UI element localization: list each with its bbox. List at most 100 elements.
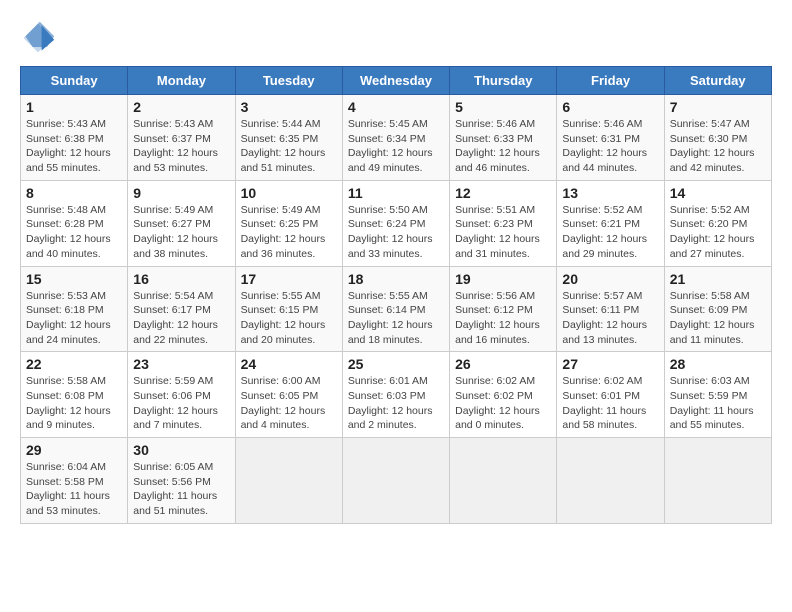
day-detail: Sunrise: 5:43 AMSunset: 6:38 PMDaylight:…: [26, 118, 111, 174]
calendar-cell: [342, 438, 449, 524]
calendar-cell: 18 Sunrise: 5:55 AMSunset: 6:14 PMDaylig…: [342, 266, 449, 352]
day-number: 7: [670, 99, 766, 115]
calendar-cell: 3 Sunrise: 5:44 AMSunset: 6:35 PMDayligh…: [235, 95, 342, 181]
day-detail: Sunrise: 6:00 AMSunset: 6:05 PMDaylight:…: [241, 375, 326, 431]
day-detail: Sunrise: 5:48 AMSunset: 6:28 PMDaylight:…: [26, 204, 111, 260]
day-detail: Sunrise: 6:02 AMSunset: 6:01 PMDaylight:…: [562, 375, 646, 431]
day-detail: Sunrise: 6:01 AMSunset: 6:03 PMDaylight:…: [348, 375, 433, 431]
calendar-cell: 10 Sunrise: 5:49 AMSunset: 6:25 PMDaylig…: [235, 180, 342, 266]
day-detail: Sunrise: 5:55 AMSunset: 6:14 PMDaylight:…: [348, 290, 433, 346]
day-number: 3: [241, 99, 337, 115]
calendar-cell: 29 Sunrise: 6:04 AMSunset: 5:58 PMDaylig…: [21, 438, 128, 524]
day-detail: Sunrise: 5:51 AMSunset: 6:23 PMDaylight:…: [455, 204, 540, 260]
weekday-header-tuesday: Tuesday: [235, 67, 342, 95]
day-detail: Sunrise: 5:46 AMSunset: 6:31 PMDaylight:…: [562, 118, 647, 174]
day-detail: Sunrise: 5:57 AMSunset: 6:11 PMDaylight:…: [562, 290, 647, 346]
calendar-cell: 30 Sunrise: 6:05 AMSunset: 5:56 PMDaylig…: [128, 438, 235, 524]
week-row: 29 Sunrise: 6:04 AMSunset: 5:58 PMDaylig…: [21, 438, 772, 524]
day-detail: Sunrise: 5:45 AMSunset: 6:34 PMDaylight:…: [348, 118, 433, 174]
weekday-header-sunday: Sunday: [21, 67, 128, 95]
day-number: 19: [455, 271, 551, 287]
calendar-cell: 17 Sunrise: 5:55 AMSunset: 6:15 PMDaylig…: [235, 266, 342, 352]
day-number: 4: [348, 99, 444, 115]
day-detail: Sunrise: 5:49 AMSunset: 6:27 PMDaylight:…: [133, 204, 218, 260]
weekday-row: SundayMondayTuesdayWednesdayThursdayFrid…: [21, 67, 772, 95]
day-detail: Sunrise: 5:56 AMSunset: 6:12 PMDaylight:…: [455, 290, 540, 346]
calendar-cell: 8 Sunrise: 5:48 AMSunset: 6:28 PMDayligh…: [21, 180, 128, 266]
day-number: 15: [26, 271, 122, 287]
calendar-cell: 12 Sunrise: 5:51 AMSunset: 6:23 PMDaylig…: [450, 180, 557, 266]
calendar-cell: 19 Sunrise: 5:56 AMSunset: 6:12 PMDaylig…: [450, 266, 557, 352]
day-detail: Sunrise: 5:47 AMSunset: 6:30 PMDaylight:…: [670, 118, 755, 174]
day-number: 13: [562, 185, 658, 201]
calendar-cell: 22 Sunrise: 5:58 AMSunset: 6:08 PMDaylig…: [21, 352, 128, 438]
calendar-cell: 23 Sunrise: 5:59 AMSunset: 6:06 PMDaylig…: [128, 352, 235, 438]
day-number: 21: [670, 271, 766, 287]
day-detail: Sunrise: 5:49 AMSunset: 6:25 PMDaylight:…: [241, 204, 326, 260]
calendar: SundayMondayTuesdayWednesdayThursdayFrid…: [20, 66, 772, 524]
day-number: 25: [348, 356, 444, 372]
calendar-cell: 9 Sunrise: 5:49 AMSunset: 6:27 PMDayligh…: [128, 180, 235, 266]
day-number: 9: [133, 185, 229, 201]
day-detail: Sunrise: 6:03 AMSunset: 5:59 PMDaylight:…: [670, 375, 754, 431]
day-detail: Sunrise: 5:52 AMSunset: 6:21 PMDaylight:…: [562, 204, 647, 260]
day-detail: Sunrise: 5:59 AMSunset: 6:06 PMDaylight:…: [133, 375, 218, 431]
day-detail: Sunrise: 5:53 AMSunset: 6:18 PMDaylight:…: [26, 290, 111, 346]
day-number: 20: [562, 271, 658, 287]
day-number: 17: [241, 271, 337, 287]
header: [20, 20, 772, 56]
calendar-cell: 20 Sunrise: 5:57 AMSunset: 6:11 PMDaylig…: [557, 266, 664, 352]
calendar-cell: [557, 438, 664, 524]
week-row: 8 Sunrise: 5:48 AMSunset: 6:28 PMDayligh…: [21, 180, 772, 266]
day-number: 1: [26, 99, 122, 115]
calendar-cell: 15 Sunrise: 5:53 AMSunset: 6:18 PMDaylig…: [21, 266, 128, 352]
calendar-cell: 6 Sunrise: 5:46 AMSunset: 6:31 PMDayligh…: [557, 95, 664, 181]
day-detail: Sunrise: 6:04 AMSunset: 5:58 PMDaylight:…: [26, 461, 110, 517]
day-detail: Sunrise: 5:46 AMSunset: 6:33 PMDaylight:…: [455, 118, 540, 174]
day-number: 24: [241, 356, 337, 372]
day-number: 23: [133, 356, 229, 372]
calendar-cell: 27 Sunrise: 6:02 AMSunset: 6:01 PMDaylig…: [557, 352, 664, 438]
calendar-cell: 26 Sunrise: 6:02 AMSunset: 6:02 PMDaylig…: [450, 352, 557, 438]
weekday-header-friday: Friday: [557, 67, 664, 95]
calendar-cell: 5 Sunrise: 5:46 AMSunset: 6:33 PMDayligh…: [450, 95, 557, 181]
day-number: 16: [133, 271, 229, 287]
calendar-cell: 1 Sunrise: 5:43 AMSunset: 6:38 PMDayligh…: [21, 95, 128, 181]
calendar-cell: 28 Sunrise: 6:03 AMSunset: 5:59 PMDaylig…: [664, 352, 771, 438]
day-number: 6: [562, 99, 658, 115]
day-number: 12: [455, 185, 551, 201]
calendar-cell: [235, 438, 342, 524]
day-number: 26: [455, 356, 551, 372]
day-detail: Sunrise: 5:55 AMSunset: 6:15 PMDaylight:…: [241, 290, 326, 346]
weekday-header-thursday: Thursday: [450, 67, 557, 95]
weekday-header-saturday: Saturday: [664, 67, 771, 95]
weekday-header-wednesday: Wednesday: [342, 67, 449, 95]
day-number: 5: [455, 99, 551, 115]
week-row: 1 Sunrise: 5:43 AMSunset: 6:38 PMDayligh…: [21, 95, 772, 181]
calendar-cell: 4 Sunrise: 5:45 AMSunset: 6:34 PMDayligh…: [342, 95, 449, 181]
week-row: 15 Sunrise: 5:53 AMSunset: 6:18 PMDaylig…: [21, 266, 772, 352]
calendar-cell: 14 Sunrise: 5:52 AMSunset: 6:20 PMDaylig…: [664, 180, 771, 266]
day-detail: Sunrise: 5:52 AMSunset: 6:20 PMDaylight:…: [670, 204, 755, 260]
day-number: 27: [562, 356, 658, 372]
calendar-cell: 21 Sunrise: 5:58 AMSunset: 6:09 PMDaylig…: [664, 266, 771, 352]
calendar-cell: 7 Sunrise: 5:47 AMSunset: 6:30 PMDayligh…: [664, 95, 771, 181]
day-detail: Sunrise: 5:58 AMSunset: 6:09 PMDaylight:…: [670, 290, 755, 346]
logo: [20, 20, 60, 56]
day-detail: Sunrise: 5:50 AMSunset: 6:24 PMDaylight:…: [348, 204, 433, 260]
day-number: 30: [133, 442, 229, 458]
calendar-body: 1 Sunrise: 5:43 AMSunset: 6:38 PMDayligh…: [21, 95, 772, 524]
day-detail: Sunrise: 5:43 AMSunset: 6:37 PMDaylight:…: [133, 118, 218, 174]
calendar-cell: 25 Sunrise: 6:01 AMSunset: 6:03 PMDaylig…: [342, 352, 449, 438]
week-row: 22 Sunrise: 5:58 AMSunset: 6:08 PMDaylig…: [21, 352, 772, 438]
calendar-cell: 2 Sunrise: 5:43 AMSunset: 6:37 PMDayligh…: [128, 95, 235, 181]
day-number: 8: [26, 185, 122, 201]
day-number: 2: [133, 99, 229, 115]
calendar-cell: [664, 438, 771, 524]
calendar-cell: 11 Sunrise: 5:50 AMSunset: 6:24 PMDaylig…: [342, 180, 449, 266]
day-number: 14: [670, 185, 766, 201]
day-number: 18: [348, 271, 444, 287]
calendar-cell: 16 Sunrise: 5:54 AMSunset: 6:17 PMDaylig…: [128, 266, 235, 352]
day-number: 28: [670, 356, 766, 372]
day-number: 22: [26, 356, 122, 372]
